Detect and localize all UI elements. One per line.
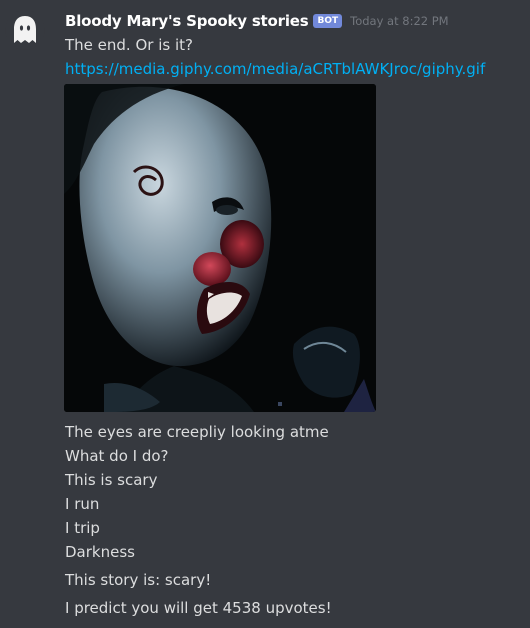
- upvote-prediction: I predict you will get 4538 upvotes!: [65, 599, 332, 617]
- ghost-avatar-icon[interactable]: [5, 10, 45, 50]
- chat-message: Bloody Mary's Spooky stories BOT Today a…: [0, 0, 530, 628]
- message-link-line: https://media.giphy.com/media/aCRTblAWKJ…: [65, 58, 485, 80]
- giphy-link[interactable]: https://media.giphy.com/media/aCRTblAWKJ…: [65, 60, 485, 78]
- message-timestamp: Today at 8:22 PM: [350, 14, 449, 28]
- story-line: The eyes are creepliy looking atme: [65, 423, 329, 441]
- story-line: I run: [65, 495, 100, 513]
- embedded-gif-image[interactable]: [64, 84, 376, 412]
- author-name[interactable]: Bloody Mary's Spooky stories: [65, 12, 309, 30]
- message-header: Bloody Mary's Spooky stories BOT Today a…: [65, 10, 449, 32]
- story-line: I trip: [65, 519, 100, 537]
- message-text: The end. Or is it?: [65, 36, 193, 54]
- story-line: This is scary: [65, 471, 158, 489]
- story-line: Darkness: [65, 543, 135, 561]
- bot-tag: BOT: [313, 14, 343, 28]
- story-verdict: This story is: scary!: [65, 571, 212, 589]
- story-line: What do I do?: [65, 447, 169, 465]
